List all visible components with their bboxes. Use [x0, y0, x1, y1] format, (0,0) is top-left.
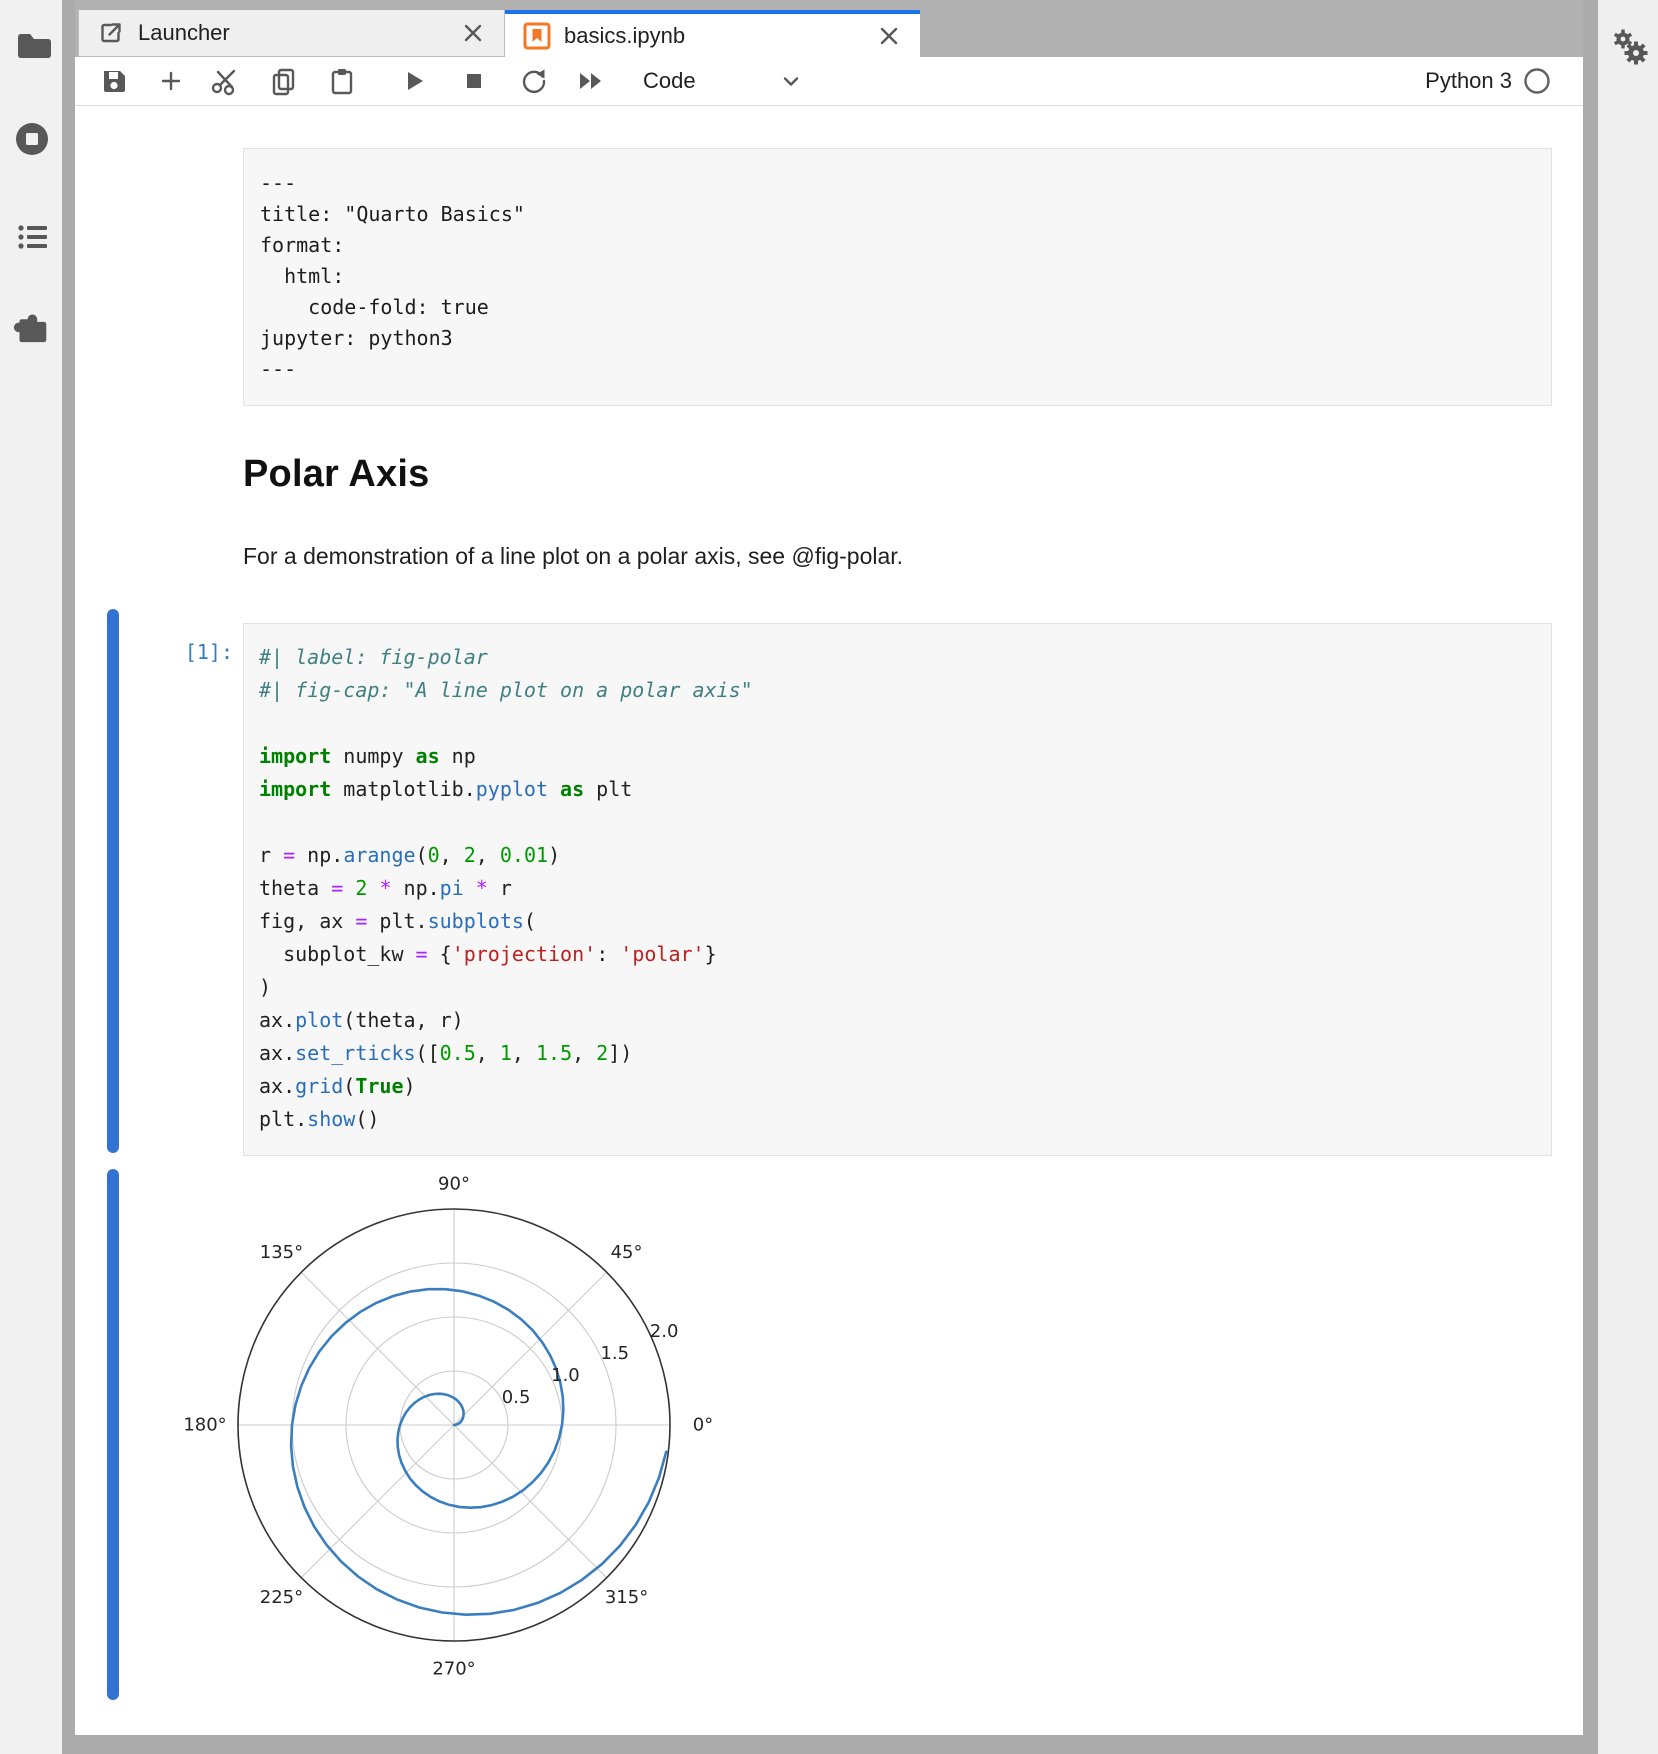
- tab-basics-label: basics.ipynb: [564, 23, 876, 49]
- svg-text:135°: 135°: [260, 1242, 303, 1263]
- svg-text:45°: 45°: [611, 1242, 643, 1263]
- table-of-contents-icon[interactable]: [13, 218, 51, 256]
- polar-plot-output: 0° 45° 90° 135° 180° 225° 270° 315° 0.5 1.0 1.5 2.0: [173, 1159, 753, 1705]
- execution-count: [1]:: [115, 640, 233, 664]
- output-cell-collapser[interactable]: [107, 1169, 119, 1700]
- tab-launcher[interactable]: Launcher: [78, 10, 505, 57]
- yaml-raw-cell[interactable]: ---title: "Quarto Basics"format: html: c…: [243, 148, 1552, 406]
- svg-text:180°: 180°: [183, 1415, 226, 1436]
- svg-text:90°: 90°: [438, 1174, 470, 1195]
- markdown-paragraph: For a demonstration of a line plot on a …: [243, 543, 903, 570]
- copy-icon[interactable]: [268, 65, 300, 97]
- svg-text:1.0: 1.0: [551, 1365, 580, 1386]
- settings-gears-icon[interactable]: [1608, 26, 1652, 70]
- chevron-down-icon[interactable]: [778, 68, 804, 94]
- svg-text:1.5: 1.5: [600, 1343, 629, 1364]
- code-cell-editor[interactable]: #| label: fig-polar#| fig-cap: "A line p…: [243, 623, 1552, 1156]
- svg-text:2.0: 2.0: [650, 1321, 679, 1342]
- activity-sidebar: [0, 0, 62, 1754]
- notebook-toolbar: Code Python 3: [75, 57, 1583, 106]
- save-icon[interactable]: [98, 65, 130, 97]
- file-browser-icon[interactable]: [13, 24, 51, 62]
- close-icon[interactable]: [460, 20, 486, 46]
- tab-basics-ipynb[interactable]: basics.ipynb: [505, 10, 920, 57]
- running-sessions-icon[interactable]: [13, 120, 51, 158]
- right-rail: [1598, 0, 1658, 1754]
- run-all-icon[interactable]: [575, 65, 607, 97]
- code-cell-collapser[interactable]: [107, 609, 119, 1153]
- jupyterlab-window: Launcher basics.ipynb: [75, 0, 1583, 1735]
- stop-icon[interactable]: [458, 65, 490, 97]
- svg-text:225°: 225°: [260, 1587, 303, 1608]
- extensions-icon[interactable]: [13, 308, 51, 346]
- kernel-name[interactable]: Python 3: [1425, 68, 1512, 94]
- markdown-heading: Polar Axis: [243, 453, 429, 496]
- insert-cell-icon[interactable]: [155, 65, 187, 97]
- paste-icon[interactable]: [326, 65, 358, 97]
- notebook-icon: [522, 21, 552, 51]
- large-gear: [1625, 42, 1648, 65]
- notebook-content: ---title: "Quarto Basics"format: html: c…: [75, 106, 1583, 1735]
- svg-text:0°: 0°: [693, 1415, 713, 1436]
- close-icon[interactable]: [876, 23, 902, 49]
- kernel-status-icon[interactable]: [1523, 67, 1551, 95]
- tab-launcher-label: Launcher: [138, 20, 460, 46]
- launch-icon: [96, 18, 126, 48]
- svg-text:0.5: 0.5: [502, 1387, 531, 1408]
- run-icon[interactable]: [398, 65, 430, 97]
- svg-text:270°: 270°: [432, 1659, 475, 1680]
- svg-text:315°: 315°: [605, 1587, 648, 1608]
- tab-bar: Launcher basics.ipynb: [75, 0, 1583, 57]
- cell-type-select-label[interactable]: Code: [643, 68, 696, 94]
- restart-kernel-icon[interactable]: [518, 65, 550, 97]
- cut-icon[interactable]: [208, 65, 240, 97]
